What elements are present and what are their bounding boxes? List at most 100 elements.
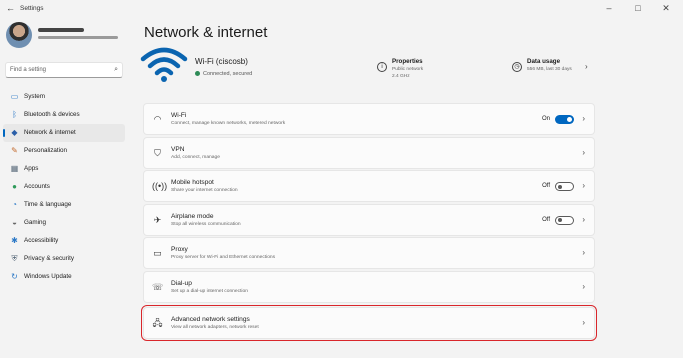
proxy-row[interactable]: ▭ Proxy Proxy server for Wi-Fi and Ether… [143, 237, 595, 269]
search-placeholder: Find a setting [10, 67, 47, 73]
maximize-icon[interactable]: □ [632, 3, 644, 13]
connection-summary: Wi-Fi (ciscosb) Connected, secured i Pro… [140, 44, 596, 90]
sidebar-item-time-language[interactable]: ◔ Time & language [3, 196, 125, 214]
sidebar-item-apps[interactable]: ▦ Apps [3, 160, 125, 178]
toggle-state-label: On [541, 116, 550, 122]
row-title: Wi-Fi [171, 112, 187, 119]
row-subtitle: View all network adapters, network reset [171, 324, 259, 330]
dialup-icon: ☏ [152, 281, 164, 292]
wifi-toggle[interactable] [555, 115, 574, 124]
window-title: Settings [20, 5, 44, 12]
vpn-row[interactable]: ⛉ VPN Add, connect, manage › [143, 136, 595, 169]
sidebar-item-label: Personalization [24, 147, 68, 154]
globe-clock-icon: ◔ [12, 200, 17, 209]
sidebar-item-gaming[interactable]: ◒ Gaming [3, 214, 125, 232]
sidebar-item-accounts[interactable]: ● Accounts [3, 178, 125, 196]
monitor-icon: ▭ [10, 92, 19, 101]
shield-icon: ⛨ [11, 254, 18, 263]
sidebar-item-accessibility[interactable]: ✱ Accessibility [3, 232, 125, 250]
sidebar-item-windows-update[interactable]: ↻ Windows Update [3, 268, 125, 286]
accessibility-icon: ✱ [11, 236, 18, 245]
sidebar-item-system[interactable]: ▭ System [3, 88, 125, 106]
sidebar-item-label: Privacy & security [24, 255, 75, 262]
sidebar-item-label: Accessibility [24, 237, 59, 244]
sidebar-item-label: Apps [24, 165, 39, 172]
vpn-shield-icon: ⛉ [154, 147, 161, 158]
row-title: Airplane mode [171, 212, 214, 220]
bluetooth-icon: ᛒ [12, 110, 17, 119]
user-name-blurred [38, 28, 84, 32]
toggle-state-label: Off [542, 183, 550, 189]
airplane-icon: ✈ [153, 214, 162, 225]
sidebar-item-bluetooth[interactable]: ᛒ Bluetooth & devices [3, 106, 125, 124]
network-icon: ◆ [11, 128, 18, 137]
mobile-hotspot-row[interactable]: ((•)) Mobile hotspot Share your internet… [143, 170, 595, 202]
sidebar-item-label: Network & internet [24, 129, 76, 136]
back-arrow-icon[interactable]: ← [6, 3, 15, 13]
settings-list: ◠ Wi-Fi Connect, manage known networks, … [141, 103, 597, 341]
row-subtitle: Proxy server for Wi-Fi and Ethernet conn… [171, 255, 276, 260]
row-title: Dial-up [171, 279, 192, 287]
wifi-large-icon [140, 47, 188, 82]
advanced-network-settings-row[interactable]: 🖧 Advanced network settings View all net… [141, 304, 597, 341]
chevron-right-icon: › [582, 248, 585, 257]
chevron-right-icon: › [582, 281, 585, 291]
sidebar-item-network[interactable]: ◆ Network & internet [3, 124, 125, 142]
row-subtitle: Add, connect, manage [171, 154, 220, 160]
dial-up-row[interactable]: ☏ Dial-up Set up a dial-up internet conn… [143, 270, 595, 303]
apps-icon: ▦ [10, 164, 19, 173]
row-subtitle: Set up a dial-up internet connection [171, 288, 248, 294]
properties-band: 2.4 GHz [392, 74, 410, 79]
chevron-right-icon: › [582, 317, 585, 327]
hotspot-icon: ((•)) [152, 181, 168, 191]
sidebar-item-label: System [24, 93, 45, 100]
row-title: Mobile hotspot [171, 179, 214, 186]
connection-status-text: Connected, secured [203, 71, 253, 77]
wifi-icon: ◠ [153, 114, 162, 124]
search-icon: ⌕ [114, 66, 118, 73]
title-bar: ← Settings – □ ✕ [0, 0, 683, 18]
connected-dot-icon [195, 71, 200, 76]
sidebar-item-label: Bluetooth & devices [24, 111, 80, 118]
chevron-right-icon: › [582, 181, 585, 190]
wifi-row[interactable]: ◠ Wi-Fi Connect, manage known networks, … [143, 103, 595, 135]
close-icon[interactable]: ✕ [660, 3, 672, 14]
sidebar-item-label: Accounts [24, 183, 50, 190]
properties-network-type: Public network [392, 67, 424, 72]
user-email-blurred [38, 36, 118, 39]
proxy-icon: ▭ [153, 248, 162, 258]
row-title: Advanced network settings [171, 315, 250, 323]
person-icon: ● [12, 182, 17, 191]
brush-icon: ✎ [11, 146, 18, 155]
chevron-right-icon: › [582, 114, 585, 123]
data-usage-title: Data usage [527, 58, 561, 65]
sidebar-nav: ▭ System ᛒ Bluetooth & devices ◆ Network… [3, 88, 125, 286]
user-profile[interactable] [6, 22, 136, 52]
connection-status: Connected, secured [195, 71, 252, 77]
chevron-right-icon: › [582, 214, 585, 224]
data-usage-amount: 556 MB, last 30 days [527, 67, 572, 72]
sidebar-item-label: Time & language [24, 201, 72, 208]
chevron-right-icon: › [582, 147, 585, 157]
advanced-network-icon: 🖧 [152, 317, 163, 328]
toggle-state-label: Off [542, 216, 550, 223]
row-subtitle: Connect, manage known networks, metered … [171, 121, 286, 126]
page-title: Network & internet [144, 24, 268, 41]
row-title: Proxy [171, 246, 188, 253]
airplane-mode-row[interactable]: ✈ Airplane mode Stop all wireless commun… [143, 203, 595, 236]
chevron-right-icon[interactable]: › [585, 62, 588, 71]
search-input[interactable]: Find a setting ⌕ [5, 62, 123, 78]
sidebar-item-personalization[interactable]: ✎ Personalization [3, 142, 125, 160]
avatar [6, 22, 32, 48]
update-icon: ↻ [11, 272, 18, 281]
network-name: Wi-Fi (ciscosb) [195, 57, 248, 66]
hotspot-toggle[interactable] [555, 182, 574, 191]
sidebar-item-label: Windows Update [24, 273, 72, 280]
gamepad-icon: ◒ [12, 218, 17, 227]
row-subtitle: Stop all wireless communication [171, 221, 241, 227]
sidebar-item-label: Gaming [24, 219, 47, 226]
data-usage-icon: ◷ [512, 62, 522, 72]
sidebar-item-privacy[interactable]: ⛨ Privacy & security [3, 250, 125, 268]
airplane-toggle[interactable] [555, 215, 574, 225]
minimize-icon[interactable]: – [603, 3, 615, 13]
